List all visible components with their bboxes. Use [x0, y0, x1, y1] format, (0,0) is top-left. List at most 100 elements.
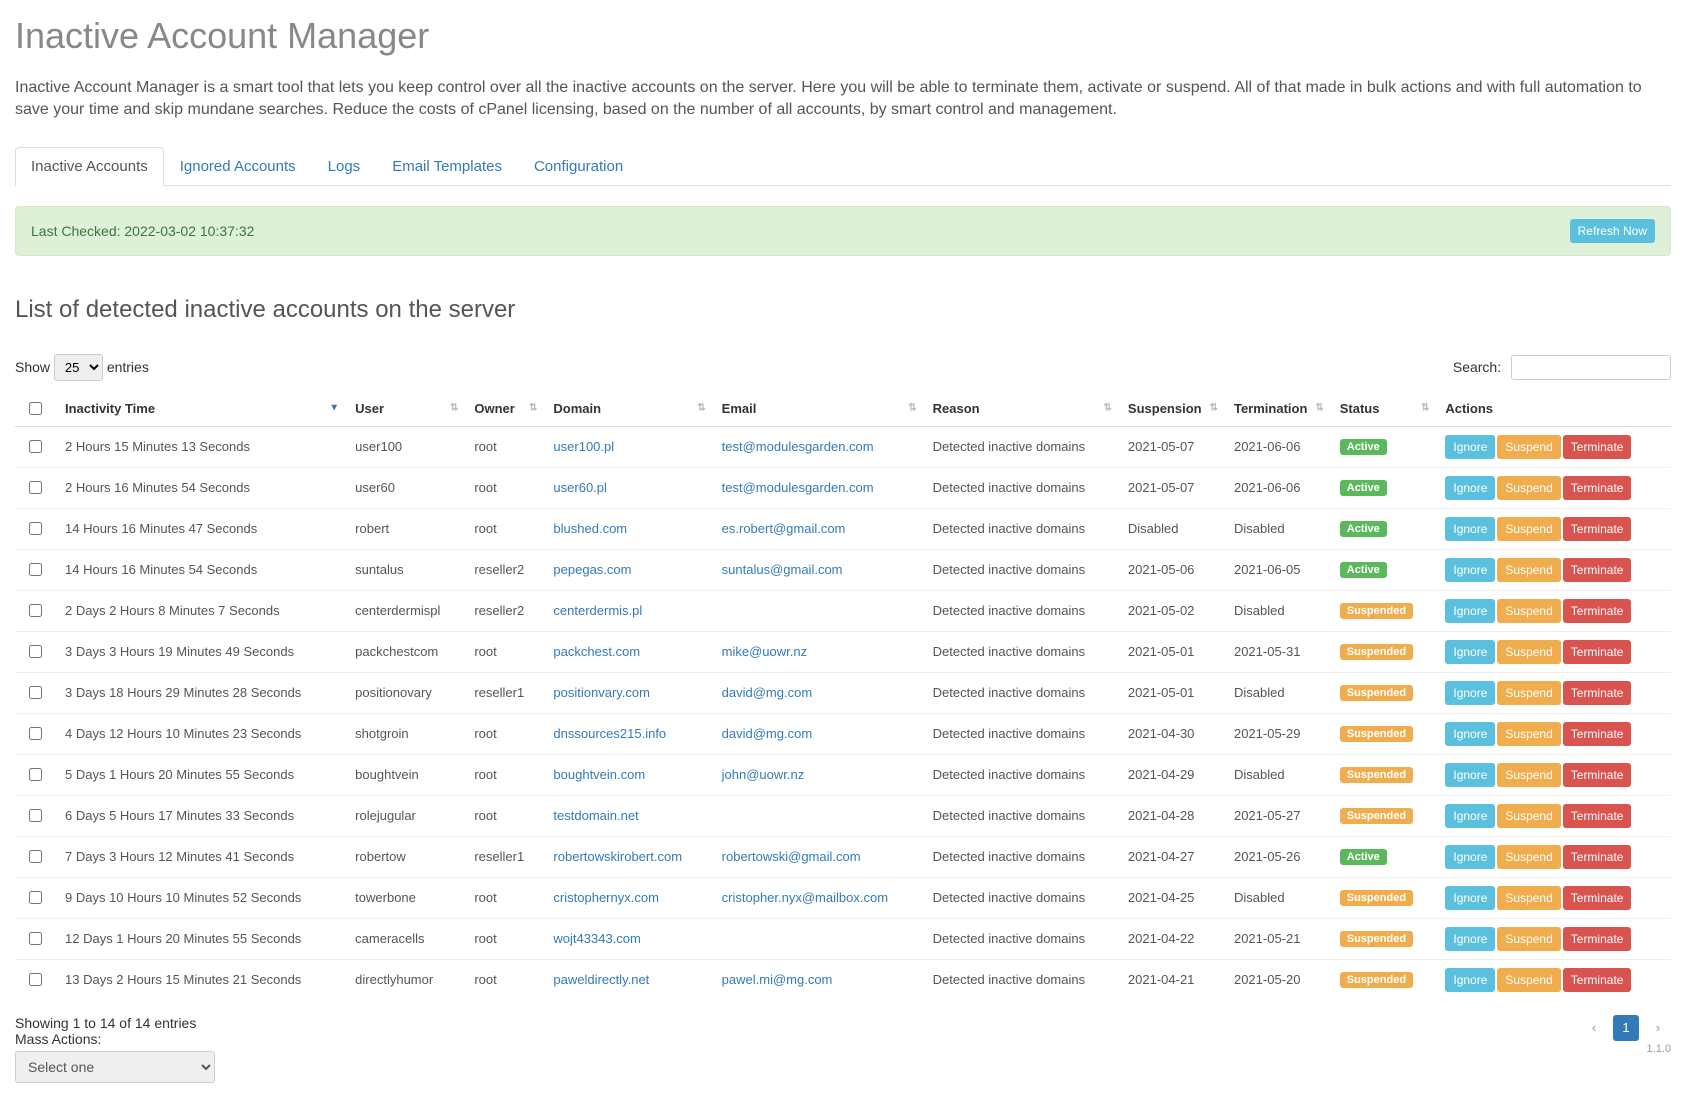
tab-email-templates[interactable]: Email Templates: [376, 147, 518, 186]
email-link[interactable]: david@mg.com: [712, 713, 923, 754]
row-checkbox[interactable]: [29, 809, 42, 822]
tab-logs[interactable]: Logs: [312, 147, 377, 186]
row-checkbox[interactable]: [29, 481, 42, 494]
terminate-button[interactable]: Terminate: [1563, 558, 1632, 582]
domain-link[interactable]: user100.pl: [543, 426, 711, 467]
terminate-button[interactable]: Terminate: [1563, 763, 1632, 787]
terminate-button[interactable]: Terminate: [1563, 517, 1632, 541]
ignore-button[interactable]: Ignore: [1445, 804, 1495, 828]
col-suspension[interactable]: Suspension⇅: [1118, 391, 1224, 427]
row-checkbox[interactable]: [29, 604, 42, 617]
row-checkbox[interactable]: [29, 727, 42, 740]
ignore-button[interactable]: Ignore: [1445, 558, 1495, 582]
row-checkbox[interactable]: [29, 563, 42, 576]
ignore-button[interactable]: Ignore: [1445, 722, 1495, 746]
row-checkbox[interactable]: [29, 891, 42, 904]
ignore-button[interactable]: Ignore: [1445, 517, 1495, 541]
col-termination[interactable]: Termination⇅: [1224, 391, 1330, 427]
col-actions[interactable]: Actions: [1435, 391, 1671, 427]
domain-link[interactable]: centerdermis.pl: [543, 590, 711, 631]
row-checkbox[interactable]: [29, 645, 42, 658]
row-checkbox[interactable]: [29, 440, 42, 453]
col-user[interactable]: User⇅: [345, 391, 464, 427]
tab-inactive-accounts[interactable]: Inactive Accounts: [15, 147, 164, 186]
domain-link[interactable]: user60.pl: [543, 467, 711, 508]
pager-next[interactable]: ›: [1645, 1015, 1671, 1041]
mass-actions-select[interactable]: Select one: [15, 1051, 215, 1083]
row-checkbox[interactable]: [29, 973, 42, 986]
ignore-button[interactable]: Ignore: [1445, 599, 1495, 623]
suspend-button[interactable]: Suspend: [1497, 476, 1560, 500]
domain-link[interactable]: paweldirectly.net: [543, 959, 711, 1000]
terminate-button[interactable]: Terminate: [1563, 804, 1632, 828]
ignore-button[interactable]: Ignore: [1445, 968, 1495, 992]
terminate-button[interactable]: Terminate: [1563, 476, 1632, 500]
ignore-button[interactable]: Ignore: [1445, 681, 1495, 705]
suspend-button[interactable]: Suspend: [1497, 599, 1560, 623]
col-email[interactable]: Email⇅: [712, 391, 923, 427]
ignore-button[interactable]: Ignore: [1445, 640, 1495, 664]
col-reason[interactable]: Reason⇅: [923, 391, 1118, 427]
ignore-button[interactable]: Ignore: [1445, 845, 1495, 869]
pager-page-1[interactable]: 1: [1613, 1015, 1639, 1041]
col-domain[interactable]: Domain⇅: [543, 391, 711, 427]
terminate-button[interactable]: Terminate: [1563, 968, 1632, 992]
suspend-button[interactable]: Suspend: [1497, 517, 1560, 541]
terminate-button[interactable]: Terminate: [1563, 845, 1632, 869]
email-link[interactable]: pawel.mi@mg.com: [712, 959, 923, 1000]
email-link[interactable]: test@modulesgarden.com: [712, 467, 923, 508]
domain-link[interactable]: packchest.com: [543, 631, 711, 672]
suspend-button[interactable]: Suspend: [1497, 722, 1560, 746]
suspend-button[interactable]: Suspend: [1497, 681, 1560, 705]
col-inactivity-time[interactable]: Inactivity Time▼: [55, 391, 345, 427]
email-link[interactable]: test@modulesgarden.com: [712, 426, 923, 467]
pager-prev[interactable]: ‹: [1581, 1015, 1607, 1041]
terminate-button[interactable]: Terminate: [1563, 722, 1632, 746]
ignore-button[interactable]: Ignore: [1445, 886, 1495, 910]
suspend-button[interactable]: Suspend: [1497, 804, 1560, 828]
length-select[interactable]: 25: [54, 354, 103, 381]
suspend-button[interactable]: Suspend: [1497, 845, 1560, 869]
col-status[interactable]: Status⇅: [1330, 391, 1436, 427]
terminate-button[interactable]: Terminate: [1563, 681, 1632, 705]
ignore-button[interactable]: Ignore: [1445, 476, 1495, 500]
domain-link[interactable]: dnssources215.info: [543, 713, 711, 754]
row-checkbox[interactable]: [29, 768, 42, 781]
email-link[interactable]: david@mg.com: [712, 672, 923, 713]
terminate-button[interactable]: Terminate: [1563, 640, 1632, 664]
suspend-button[interactable]: Suspend: [1497, 763, 1560, 787]
row-checkbox[interactable]: [29, 686, 42, 699]
email-link[interactable]: robertowski@gmail.com: [712, 836, 923, 877]
email-link[interactable]: es.robert@gmail.com: [712, 508, 923, 549]
domain-link[interactable]: pepegas.com: [543, 549, 711, 590]
domain-link[interactable]: positionvary.com: [543, 672, 711, 713]
select-all-checkbox[interactable]: [29, 402, 42, 415]
suspend-button[interactable]: Suspend: [1497, 435, 1560, 459]
row-checkbox[interactable]: [29, 522, 42, 535]
domain-link[interactable]: cristophernyx.com: [543, 877, 711, 918]
terminate-button[interactable]: Terminate: [1563, 435, 1632, 459]
domain-link[interactable]: testdomain.net: [543, 795, 711, 836]
terminate-button[interactable]: Terminate: [1563, 886, 1632, 910]
domain-link[interactable]: boughtvein.com: [543, 754, 711, 795]
email-link[interactable]: mike@uowr.nz: [712, 631, 923, 672]
domain-link[interactable]: wojt43343.com: [543, 918, 711, 959]
suspend-button[interactable]: Suspend: [1497, 968, 1560, 992]
suspend-button[interactable]: Suspend: [1497, 558, 1560, 582]
email-link[interactable]: cristopher.nyx@mailbox.com: [712, 877, 923, 918]
suspend-button[interactable]: Suspend: [1497, 886, 1560, 910]
domain-link[interactable]: blushed.com: [543, 508, 711, 549]
suspend-button[interactable]: Suspend: [1497, 927, 1560, 951]
ignore-button[interactable]: Ignore: [1445, 435, 1495, 459]
search-input[interactable]: [1511, 355, 1671, 380]
tab-configuration[interactable]: Configuration: [518, 147, 639, 186]
email-link[interactable]: suntalus@gmail.com: [712, 549, 923, 590]
terminate-button[interactable]: Terminate: [1563, 599, 1632, 623]
row-checkbox[interactable]: [29, 850, 42, 863]
ignore-button[interactable]: Ignore: [1445, 763, 1495, 787]
tab-ignored-accounts[interactable]: Ignored Accounts: [164, 147, 312, 186]
ignore-button[interactable]: Ignore: [1445, 927, 1495, 951]
col-owner[interactable]: Owner⇅: [464, 391, 543, 427]
domain-link[interactable]: robertowskirobert.com: [543, 836, 711, 877]
suspend-button[interactable]: Suspend: [1497, 640, 1560, 664]
